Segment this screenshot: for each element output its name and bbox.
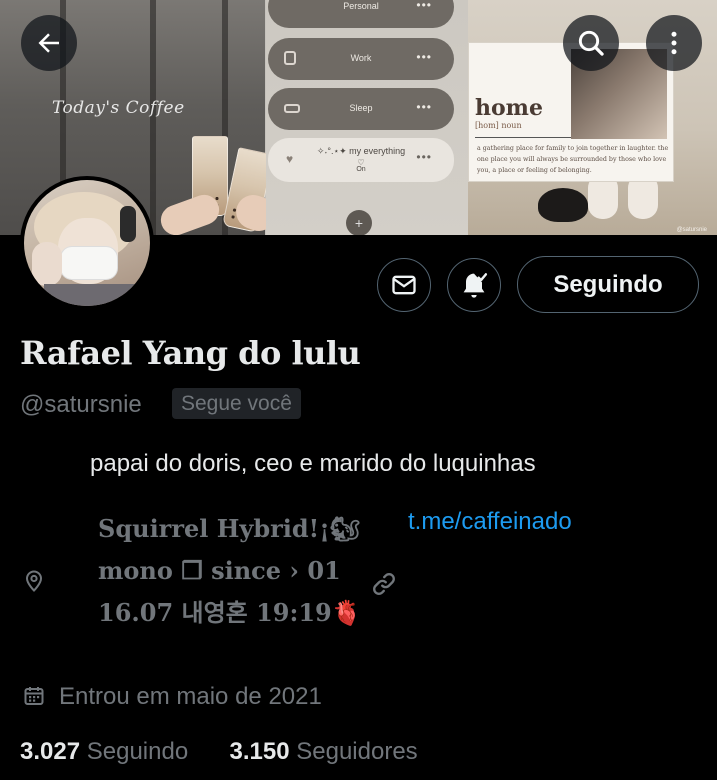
search-icon (578, 30, 604, 56)
calendar-icon (24, 687, 44, 705)
notifications-button[interactable] (447, 258, 501, 312)
bio: papai do doris, ceo e marido do luquinha… (90, 450, 536, 477)
more-button[interactable] (646, 15, 702, 71)
follow-stats: 3.027 Seguindo 3.150 Seguidores (20, 738, 418, 766)
link-icon (373, 573, 395, 595)
follows-you-badge: Segue você (172, 388, 301, 419)
location: Squirrel Hybrid!¡🐿 mono ❒ since › 01 16.… (98, 508, 362, 634)
banner-pill-work: Work ••• (268, 38, 454, 80)
back-button[interactable] (21, 15, 77, 71)
followers-label: Seguidores (296, 738, 418, 765)
banner-cat (538, 188, 588, 222)
search-button[interactable] (563, 15, 619, 71)
arrow-left-icon (38, 33, 59, 53)
display-name: Rafael Yang do lulu (20, 334, 361, 372)
banner-pill-sleep: Sleep ••• (268, 88, 454, 130)
mail-icon (392, 275, 416, 295)
banner-focus-settings: Personal ••• Work ••• Sleep ••• ♥ ✧˖°.⋆✦… (266, 0, 468, 235)
followers-count: 3.150 (229, 738, 290, 765)
banner-cafe-sign: Today's Coffee (52, 98, 185, 118)
followers-link[interactable]: 3.150 Seguidores (230, 738, 418, 765)
location-line: 16.07 내영혼 19:19🫀 (98, 598, 362, 627)
location-line: mono ❒ since › 01 (98, 556, 341, 585)
following-link[interactable]: 3.027 Seguindo (20, 738, 195, 765)
username: @satursnie (20, 391, 142, 418)
avatar[interactable] (20, 176, 154, 310)
more-vertical-icon (671, 31, 677, 55)
message-button[interactable] (377, 258, 431, 312)
plus-icon: + (346, 210, 372, 235)
profile-link[interactable]: t.me/caffeinado (408, 508, 572, 536)
location-line: Squirrel Hybrid!¡🐿 (98, 514, 361, 543)
location-icon (25, 570, 43, 592)
bell-check-icon (463, 273, 488, 298)
following-count: 3.027 (20, 738, 81, 765)
banner-pill-my-everything: ♥ ✧˖°.⋆✦ my everything ♡ On ••• (268, 138, 454, 182)
following-label: Seguindo (86, 738, 189, 765)
join-date: Entrou em maio de 2021 (59, 683, 322, 710)
banner-pill-personal: Personal ••• (268, 0, 454, 28)
following-button[interactable]: Seguindo (517, 256, 699, 313)
